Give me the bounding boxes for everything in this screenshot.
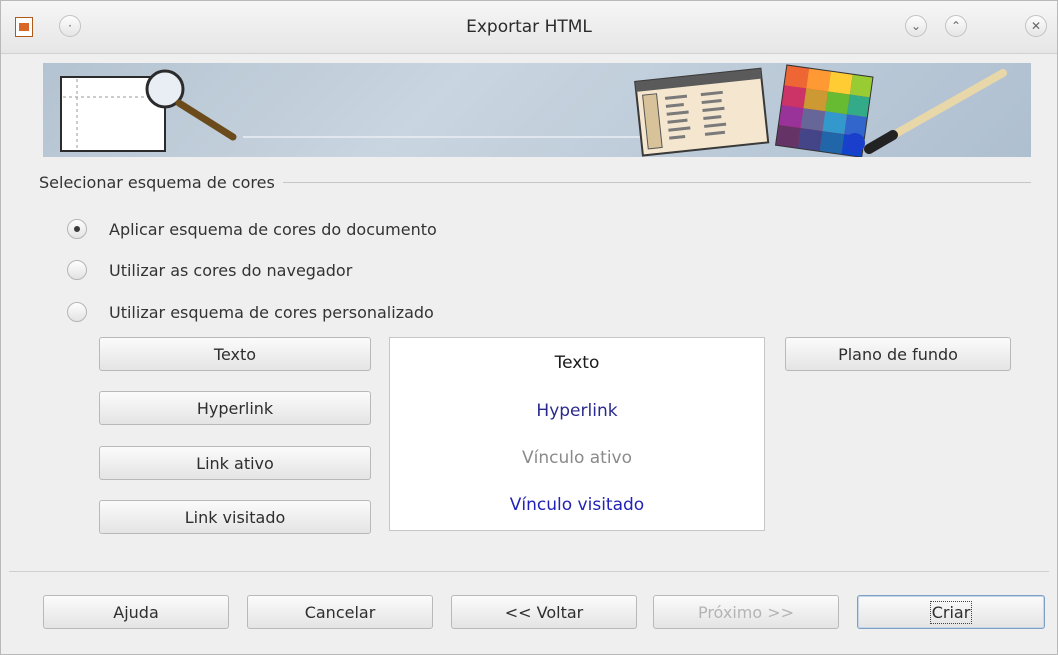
button-label: Hyperlink xyxy=(196,398,274,418)
text-color-button[interactable]: Texto xyxy=(99,337,371,371)
maximize-icon[interactable]: ⌃ xyxy=(945,15,967,37)
button-label: Link ativo xyxy=(196,453,274,473)
button-label: Texto xyxy=(213,344,257,364)
banner-illustration xyxy=(60,64,1007,157)
close-icon[interactable]: ✕ xyxy=(1025,15,1047,37)
next-button[interactable]: Próximo >> xyxy=(653,595,839,629)
radio-document-colors[interactable]: Aplicar esquema de cores do documento xyxy=(67,216,437,242)
visited-link-color-button[interactable]: Link visitado xyxy=(99,500,371,534)
background-color-button[interactable]: Plano de fundo xyxy=(785,337,1011,371)
button-label: Cancelar xyxy=(304,602,376,622)
radio-button[interactable] xyxy=(67,260,87,280)
title-bar: · Exportar HTML ⌄ ⌃ ✕ xyxy=(1,1,1057,54)
minimize-icon[interactable]: ⌄ xyxy=(905,15,927,37)
color-preview: Texto Hyperlink Vínculo ativo Vínculo vi… xyxy=(389,337,765,531)
button-label: << Voltar xyxy=(504,602,584,622)
active-link-color-button[interactable]: Link ativo xyxy=(99,446,371,480)
window-title: Exportar HTML xyxy=(466,17,592,37)
preview-visited-link: Vínculo visitado xyxy=(509,495,645,515)
help-button[interactable]: Ajuda xyxy=(43,595,229,629)
radio-button[interactable] xyxy=(67,219,87,239)
back-button[interactable]: << Voltar xyxy=(451,595,637,629)
section-title: Selecionar esquema de cores xyxy=(39,173,283,192)
footer-divider xyxy=(9,571,1049,572)
radio-label: Aplicar esquema de cores do documento xyxy=(109,219,437,239)
button-label: Plano de fundo xyxy=(838,344,958,364)
radio-button[interactable] xyxy=(67,302,87,322)
radio-custom-colors[interactable]: Utilizar esquema de cores personalizado xyxy=(67,299,434,325)
cancel-button[interactable]: Cancelar xyxy=(247,595,433,629)
button-label: Criar xyxy=(929,600,973,624)
button-label: Próximo >> xyxy=(697,602,795,622)
radio-browser-colors[interactable]: Utilizar as cores do navegador xyxy=(67,257,352,283)
radio-label: Utilizar esquema de cores personalizado xyxy=(109,302,434,322)
button-label: Ajuda xyxy=(113,602,159,622)
preview-active-link: Vínculo ativo xyxy=(521,448,633,468)
export-html-dialog: · Exportar HTML ⌄ ⌃ ✕ Selecionar esquema… xyxy=(0,0,1058,655)
create-button[interactable]: Criar xyxy=(857,595,1045,629)
radio-label: Utilizar as cores do navegador xyxy=(109,260,353,280)
button-label: Link visitado xyxy=(184,507,286,527)
hyperlink-color-button[interactable]: Hyperlink xyxy=(99,391,371,425)
preview-hyperlink: Hyperlink xyxy=(536,401,618,421)
wizard-banner xyxy=(43,63,1031,157)
preview-text: Texto xyxy=(554,353,600,373)
